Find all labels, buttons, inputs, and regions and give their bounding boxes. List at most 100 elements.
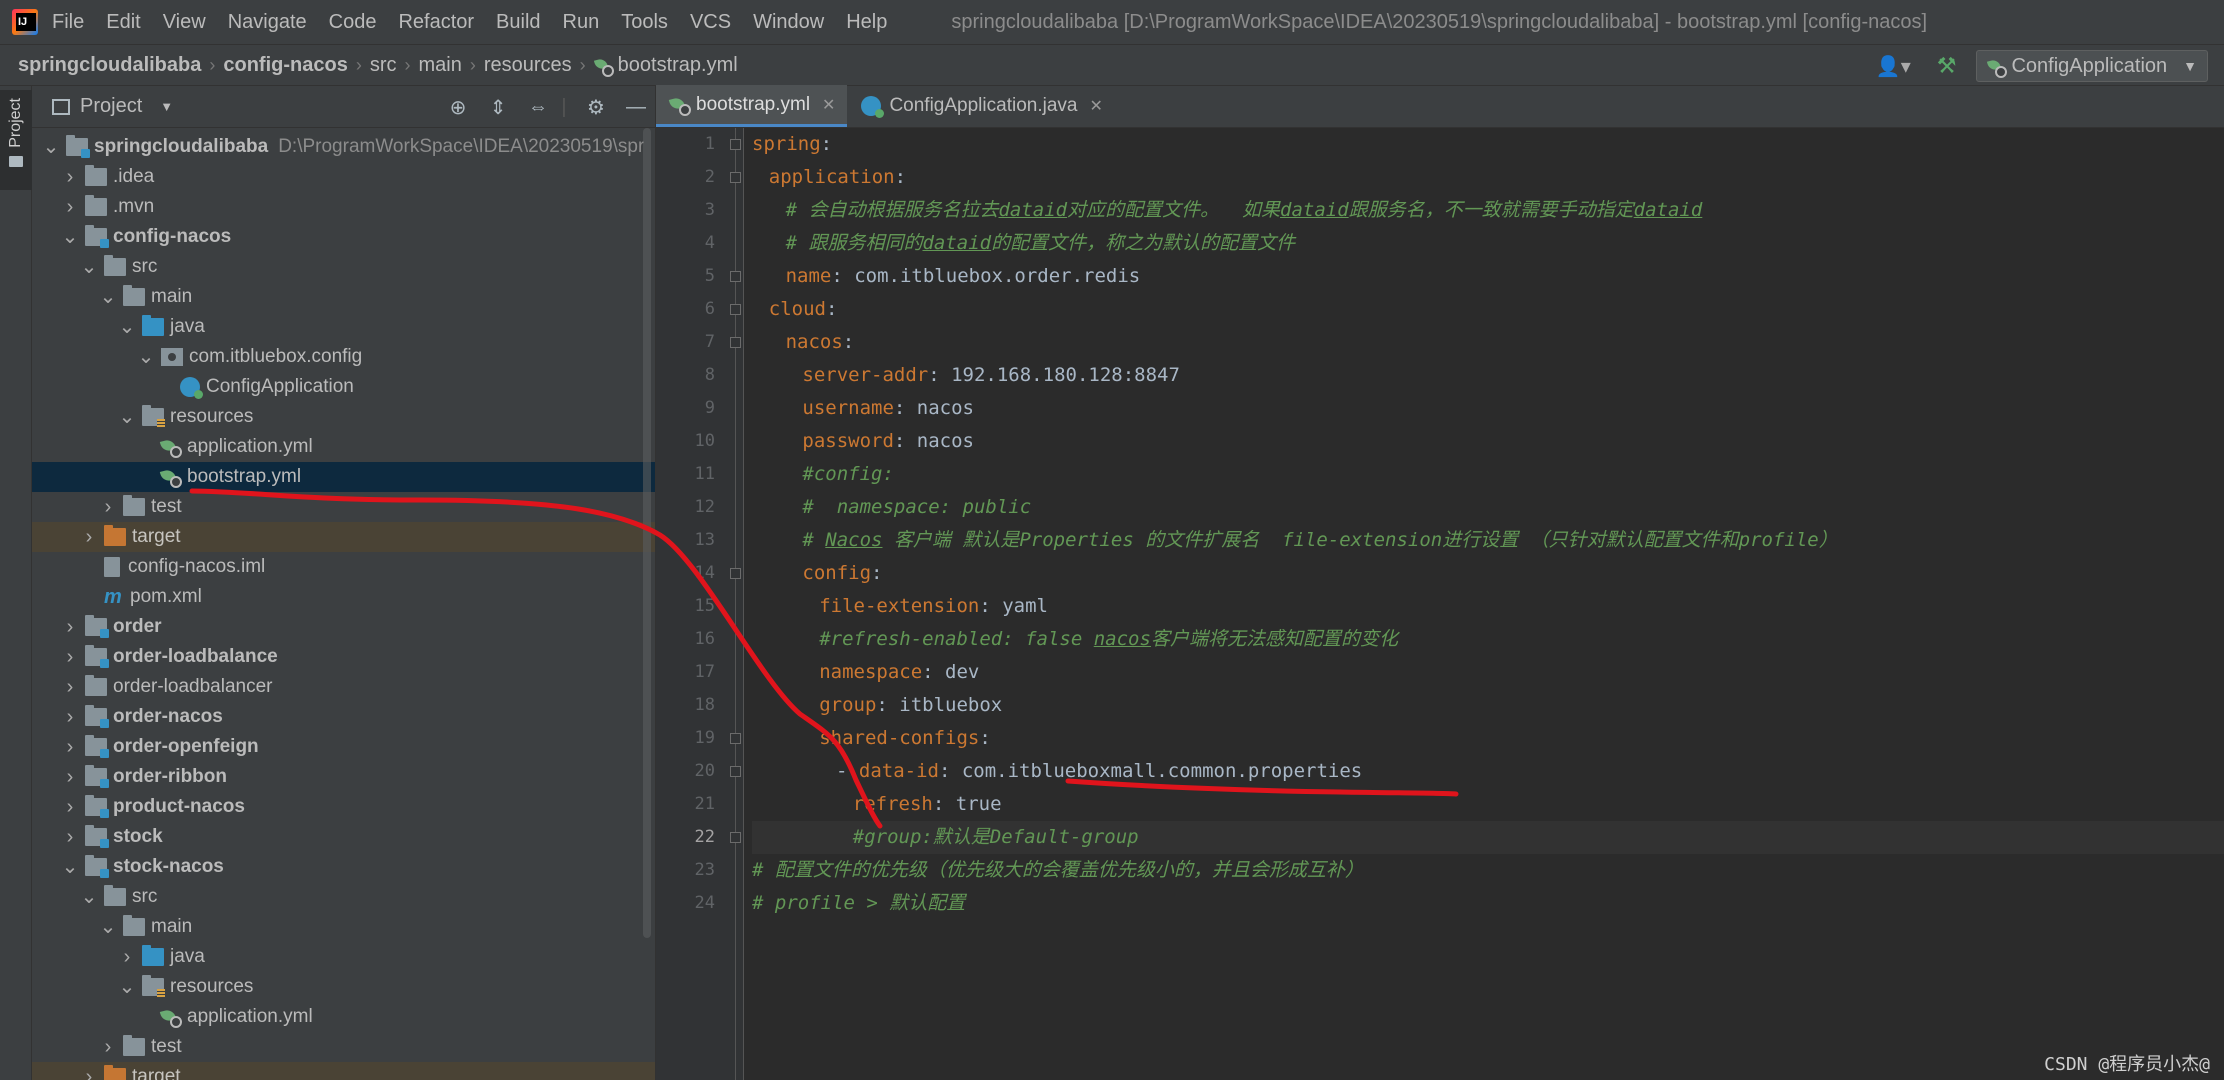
code-line[interactable]: #group:默认是Default-group [752, 821, 2224, 854]
chevron-down-icon[interactable]: ⌄ [116, 407, 138, 427]
code-line[interactable]: password: nacos [752, 425, 2224, 458]
tree-item-target[interactable]: › target [32, 1062, 655, 1080]
tree-item-bootstrap-yml[interactable]: bootstrap.yml [32, 462, 655, 492]
tree-item--mvn[interactable]: › .mvn [32, 192, 655, 222]
chevron-right-icon[interactable]: › [59, 646, 81, 669]
chevron-right-icon[interactable]: › [78, 526, 100, 549]
tree-item-stock[interactable]: › stock [32, 822, 655, 852]
tree-item-config-nacos[interactable]: ⌄ config-nacos [32, 222, 655, 252]
tree-item-resources[interactable]: ⌄ resources [32, 972, 655, 1002]
tree-item-com-itbluebox-config[interactable]: ⌄ com.itbluebox.config [32, 342, 655, 372]
code-line[interactable]: spring: [752, 128, 2224, 161]
code-line[interactable]: name: com.itbluebox.order.redis [752, 260, 2224, 293]
tree-item-test[interactable]: › test [32, 492, 655, 522]
breadcrumb-resources[interactable]: resources [484, 54, 572, 77]
code-line[interactable]: namespace: dev [752, 656, 2224, 689]
chevron-down-icon[interactable]: ⌄ [97, 287, 119, 307]
build-hammer-icon[interactable]: ⚒ [1937, 53, 1957, 79]
chevron-right-icon[interactable]: › [59, 616, 81, 639]
tree-item-application-yml[interactable]: application.yml [32, 1002, 655, 1032]
fold-toggle-icon[interactable] [730, 304, 741, 315]
menu-build[interactable]: Build [496, 11, 540, 34]
code-line[interactable]: username: nacos [752, 392, 2224, 425]
chevron-down-icon[interactable]: ⌄ [59, 227, 81, 247]
code-line[interactable]: # namespace: public [752, 491, 2224, 524]
chevron-down-icon[interactable]: ⌄ [116, 317, 138, 337]
menu-code[interactable]: Code [329, 11, 377, 34]
project-tool-window-button[interactable]: Project [0, 90, 32, 190]
code-text[interactable]: spring: application: # 会自动根据服务名拉去dataid对应的… [752, 128, 2224, 920]
fold-toggle-icon[interactable] [730, 139, 741, 150]
tab-config-application-java[interactable]: ConfigApplication.java ✕ [847, 85, 1114, 127]
chevron-right-icon[interactable]: › [59, 196, 81, 219]
close-icon[interactable]: ✕ [1089, 96, 1102, 116]
collapse-all-icon[interactable]: ⇔ [527, 96, 549, 119]
tree-item-config-nacos-iml[interactable]: config-nacos.iml [32, 552, 655, 582]
tree-item-order-loadbalance[interactable]: › order-loadbalance [32, 642, 655, 672]
menu-view[interactable]: View [163, 11, 206, 34]
tree-item-order-ribbon[interactable]: › order-ribbon [32, 762, 655, 792]
chevron-down-icon[interactable]: ⌄ [40, 137, 62, 157]
run-configuration-select[interactable]: ConfigApplication ▼ [1976, 50, 2208, 82]
gear-icon[interactable]: ⚙ [585, 95, 607, 120]
minimize-icon[interactable]: — [625, 96, 647, 119]
tab-bootstrap-yml[interactable]: bootstrap.yml ✕ [656, 85, 848, 127]
chevron-down-icon[interactable]: ⌄ [116, 977, 138, 997]
tree-item-stock-nacos[interactable]: ⌄ stock-nacos [32, 852, 655, 882]
chevron-right-icon[interactable]: › [59, 166, 81, 189]
chevron-right-icon[interactable]: › [59, 826, 81, 849]
chevron-right-icon[interactable]: › [97, 496, 119, 519]
chevron-right-icon[interactable]: › [59, 796, 81, 819]
chevron-right-icon[interactable]: › [59, 676, 81, 699]
fold-toggle-icon[interactable] [730, 832, 741, 843]
chevron-right-icon[interactable]: › [97, 1036, 119, 1059]
chevron-down-icon[interactable]: ⌄ [97, 917, 119, 937]
code-line[interactable]: # 跟服务相同的dataid的配置文件，称之为默认的配置文件 [752, 227, 2224, 260]
code-line[interactable]: file-extension: yaml [752, 590, 2224, 623]
code-line[interactable]: # Nacos 客户端 默认是Properties 的文件扩展名 file-ex… [752, 524, 2224, 557]
tree-item-application-yml[interactable]: application.yml [32, 432, 655, 462]
fold-toggle-icon[interactable] [730, 733, 741, 744]
expand-all-icon[interactable]: ⇕ [487, 95, 509, 120]
tree-item-order[interactable]: › order [32, 612, 655, 642]
code-line[interactable]: # profile > 默认配置 [752, 887, 2224, 920]
project-panel-title[interactable]: Project [80, 95, 142, 118]
breadcrumb-file[interactable]: bootstrap.yml [618, 54, 738, 77]
tree-item-java[interactable]: › java [32, 942, 655, 972]
code-line[interactable]: # 配置文件的优先级（优先级大的会覆盖优先级小的，并且会形成互补） [752, 854, 2224, 887]
tree-item-test[interactable]: › test [32, 1032, 655, 1062]
tree-item-main[interactable]: ⌄ main [32, 282, 655, 312]
menu-edit[interactable]: Edit [106, 11, 140, 34]
breadcrumb-project[interactable]: springcloudalibaba [18, 54, 201, 77]
code-line[interactable]: refresh: true [752, 788, 2224, 821]
menu-refactor[interactable]: Refactor [398, 11, 474, 34]
code-line[interactable]: # 会自动根据服务名拉去dataid对应的配置文件。 如果dataid跟服务名，… [752, 194, 2224, 227]
menu-navigate[interactable]: Navigate [228, 11, 307, 34]
chevron-down-icon[interactable]: ⌄ [78, 257, 100, 277]
tree-item-order-openfeign[interactable]: › order-openfeign [32, 732, 655, 762]
fold-toggle-icon[interactable] [730, 271, 741, 282]
fold-toggle-icon[interactable] [730, 172, 741, 183]
code-line[interactable]: #refresh-enabled: false nacos客户端将无法感知配置的… [752, 623, 2224, 656]
tree-item--idea[interactable]: › .idea [32, 162, 655, 192]
code-line[interactable]: application: [752, 161, 2224, 194]
tree-item-product-nacos[interactable]: › product-nacos [32, 792, 655, 822]
code-line[interactable]: #config: [752, 458, 2224, 491]
user-account-icon[interactable]: 👤▾ [1876, 54, 1911, 79]
code-line[interactable]: config: [752, 557, 2224, 590]
chevron-right-icon[interactable]: › [59, 766, 81, 789]
menu-window[interactable]: Window [753, 11, 824, 34]
chevron-right-icon[interactable]: › [59, 736, 81, 759]
tree-item-configapplication[interactable]: ConfigApplication [32, 372, 655, 402]
chevron-down-icon[interactable]: ⌄ [135, 347, 157, 367]
tree-item-order-loadbalancer[interactable]: › order-loadbalancer [32, 672, 655, 702]
menu-help[interactable]: Help [846, 11, 887, 34]
code-editor[interactable]: 1 2 3 4 5 6 7 8 9 10 11 12 13 14 15 16 17 18 19 20 21 22 23 24 … [656, 128, 2224, 1080]
tree-item-main[interactable]: ⌄ main [32, 912, 655, 942]
tree-item-pom-xml[interactable]: m pom.xml [32, 582, 655, 612]
chevron-down-icon[interactable]: ▼ [160, 99, 173, 114]
project-tree-scrollbar[interactable] [643, 128, 651, 938]
tree-item-src[interactable]: ⌄ src [32, 882, 655, 912]
chevron-down-icon[interactable]: ⌄ [59, 857, 81, 877]
menu-tools[interactable]: Tools [621, 11, 668, 34]
